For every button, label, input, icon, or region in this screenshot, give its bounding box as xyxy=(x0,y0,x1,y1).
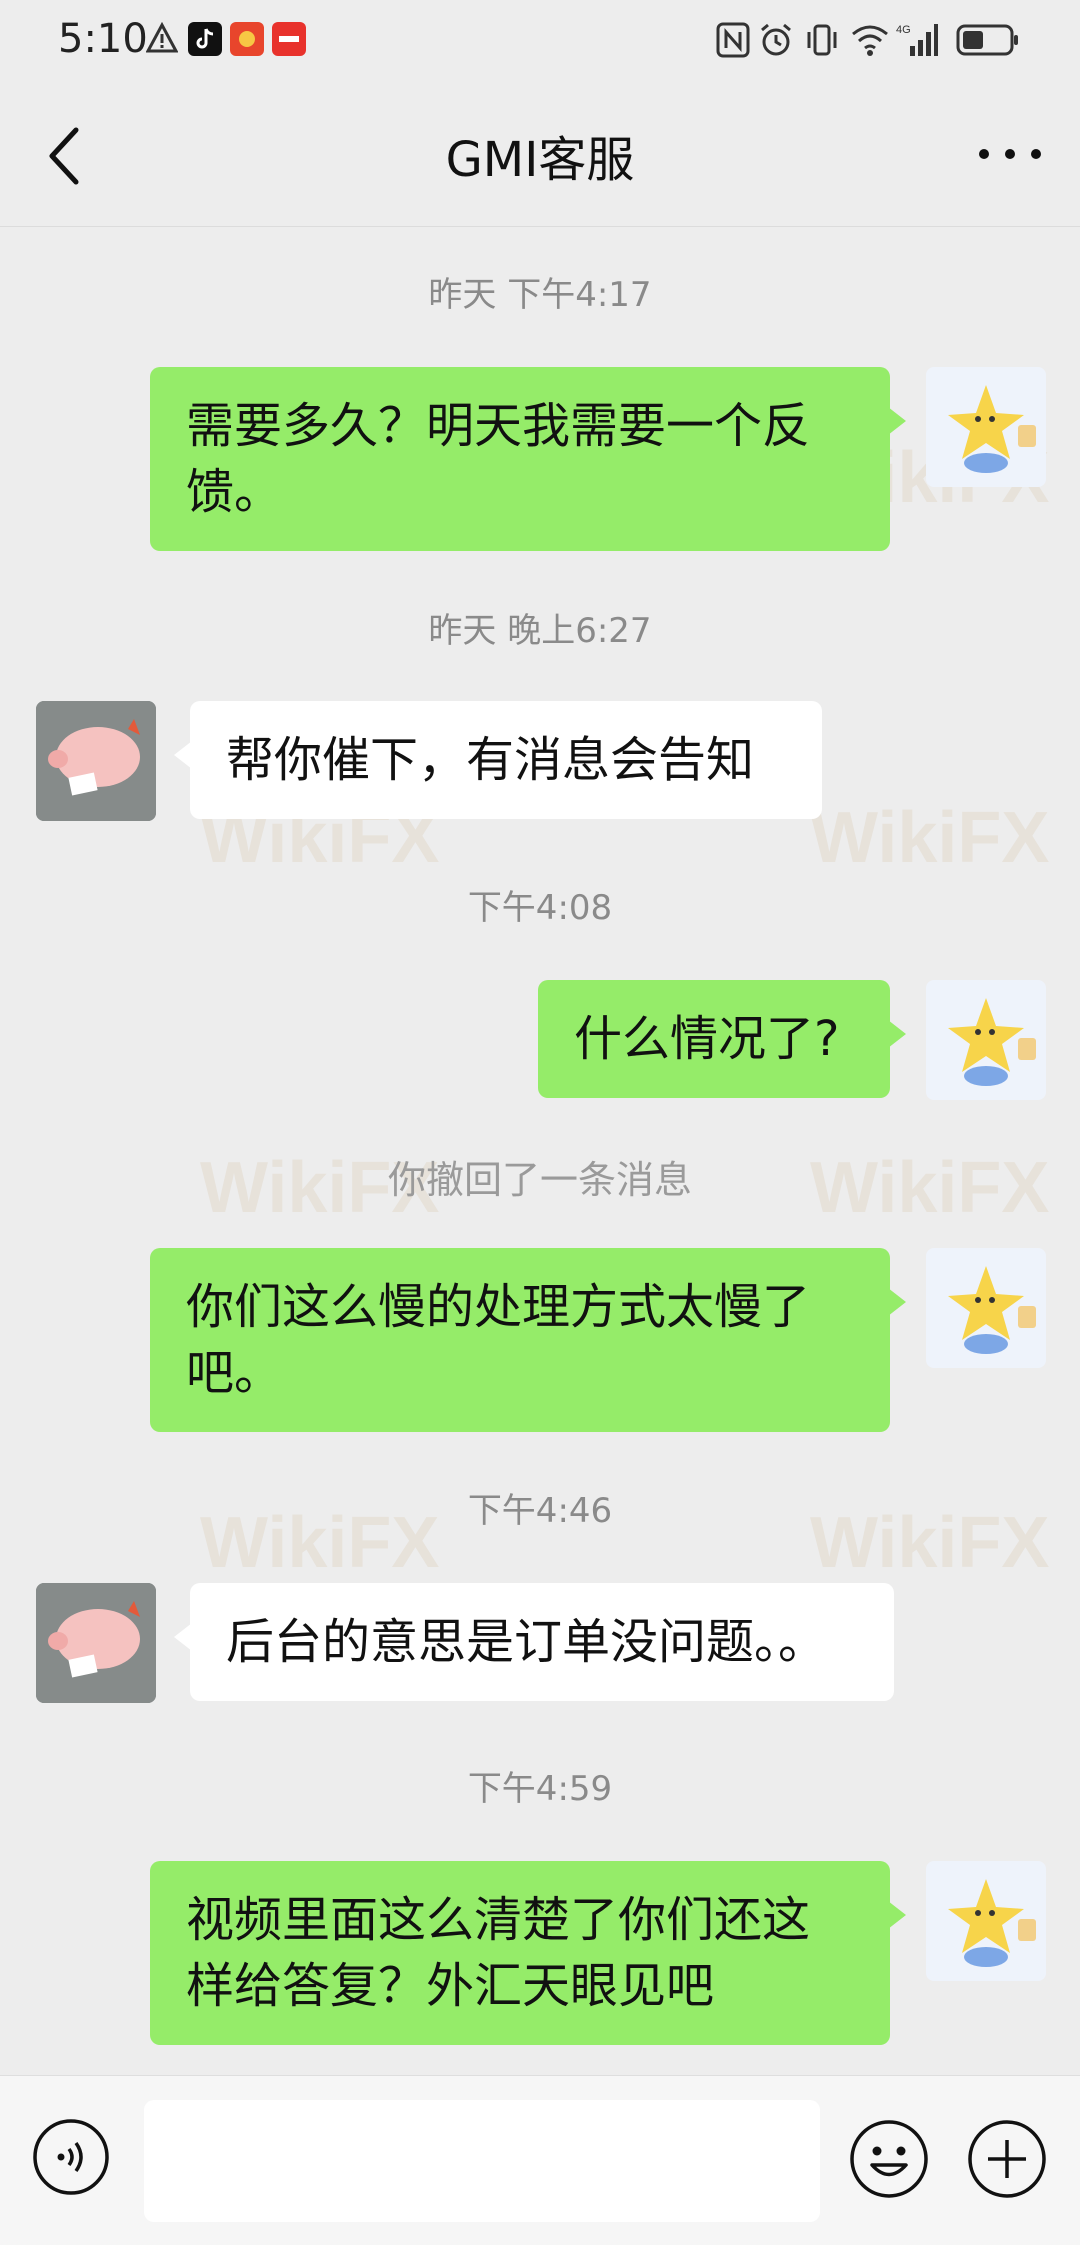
chat-header: GMI客服 xyxy=(0,84,1080,227)
wifi-icon xyxy=(852,25,888,56)
incoming-message[interactable]: 帮你催下，有消息会告知 xyxy=(174,701,822,819)
message-timestamp: 下午4:46 xyxy=(467,1491,613,1531)
status-bar: 5:10 4G xyxy=(0,0,1080,84)
outgoing-message[interactable]: 视频里面这么清楚了你们还这样给答复？外汇天眼见吧 xyxy=(150,1861,906,2045)
star-character-icon xyxy=(948,1266,1036,1354)
voice-input-icon[interactable] xyxy=(32,2118,110,2196)
recalled-message-notice: 你撤回了一条消息 xyxy=(387,1158,692,1202)
outgoing-message[interactable]: 什么情况了? xyxy=(538,980,906,1098)
app-notification-icon-2 xyxy=(272,22,306,56)
star-character-icon xyxy=(948,1879,1036,1967)
user-avatar[interactable] xyxy=(926,367,1046,487)
message-input-bar xyxy=(0,2075,1080,2245)
nfc-icon xyxy=(716,22,750,58)
agent-avatar[interactable] xyxy=(36,1583,156,1703)
message-timestamp: 昨天 下午4:17 xyxy=(428,275,652,315)
chat-title: GMI客服 xyxy=(445,132,635,188)
user-avatar[interactable] xyxy=(926,980,1046,1100)
pig-toy-icon xyxy=(36,701,156,821)
chat-message-list[interactable]: WikiFX WikiFX WikiFX WikiFX WikiFX WikiF… xyxy=(0,227,1080,2075)
user-avatar[interactable] xyxy=(926,1248,1046,1368)
watermark: WikiFX xyxy=(810,798,1050,878)
message-timestamp: 下午4:08 xyxy=(467,888,613,928)
signal-4g-icon: 4G xyxy=(896,24,938,56)
battery-icon xyxy=(956,24,1018,56)
vibrate-icon xyxy=(807,24,837,56)
alarm-icon xyxy=(761,23,791,56)
star-character-icon xyxy=(948,385,1036,473)
more-functions-plus-icon[interactable] xyxy=(966,2118,1048,2200)
watermark: WikiFX xyxy=(810,227,1049,239)
pig-toy-icon xyxy=(36,1583,156,1703)
outgoing-message[interactable]: 你们这么慢的处理方式太慢了吧。 xyxy=(150,1248,906,1432)
message-timestamp: 昨天 晚上6:27 xyxy=(428,611,652,651)
emoji-icon[interactable] xyxy=(848,2118,930,2200)
tiktok-icon xyxy=(188,22,222,56)
warning-icon xyxy=(146,22,178,53)
more-options-button[interactable] xyxy=(970,124,1050,184)
watermark: WikiFX xyxy=(200,227,439,239)
star-character-icon xyxy=(948,998,1036,1086)
message-text-input[interactable] xyxy=(144,2100,820,2222)
user-avatar[interactable] xyxy=(926,1861,1046,1981)
status-time: 5:10 xyxy=(58,16,148,62)
svg-text:4G: 4G xyxy=(896,24,911,36)
incoming-message[interactable]: 后台的意思是订单没问题。。 xyxy=(174,1583,894,1701)
app-notification-icon xyxy=(230,22,264,56)
message-timestamp: 下午4:59 xyxy=(467,1769,613,1809)
agent-avatar[interactable] xyxy=(36,701,156,821)
outgoing-message[interactable]: 需要多久？明天我需要一个反馈。 xyxy=(150,367,906,551)
